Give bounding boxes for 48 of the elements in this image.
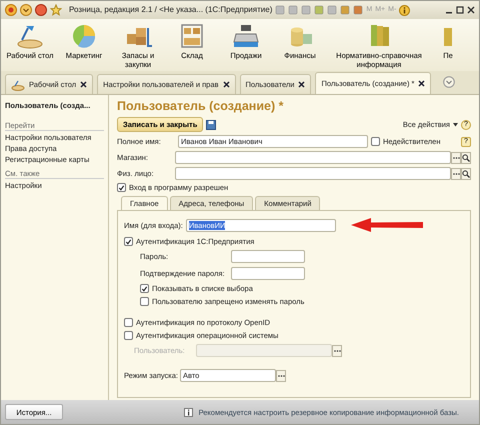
ellipsis-button[interactable] (451, 152, 461, 164)
ellipsis-button[interactable] (332, 344, 342, 356)
close-icon[interactable] (467, 6, 475, 14)
ellipsis-icon (334, 349, 340, 352)
check-icon (125, 238, 132, 246)
checkbox[interactable] (371, 137, 380, 146)
ellipsis-icon (452, 172, 460, 175)
password-field[interactable] (231, 267, 305, 280)
checkbox[interactable] (117, 183, 126, 192)
info-icon[interactable] (399, 4, 410, 16)
checkbox[interactable] (140, 297, 149, 306)
caret-icon (453, 122, 458, 126)
ellipsis-icon (278, 374, 284, 377)
checkbox[interactable] (124, 331, 133, 340)
lamp-icon (11, 78, 25, 90)
close-icon[interactable] (298, 81, 306, 88)
logo-icon[interactable] (5, 4, 17, 16)
user-field[interactable] (196, 344, 332, 357)
save-icon[interactable] (206, 120, 216, 130)
dropdown-icon[interactable] (443, 76, 456, 88)
search-button[interactable] (461, 152, 471, 164)
ellipsis-button[interactable] (276, 370, 286, 382)
checkbox[interactable] (124, 318, 133, 327)
dropdown-icon[interactable] (20, 4, 32, 16)
cash-register-icon (232, 22, 260, 50)
password-field[interactable] (231, 250, 305, 263)
toolbar-icon[interactable] (353, 5, 364, 15)
ellipsis-icon (452, 156, 460, 159)
close-icon[interactable] (418, 80, 426, 87)
choice-field[interactable] (175, 167, 451, 180)
info-icon (184, 408, 193, 416)
search-button[interactable] (461, 168, 471, 180)
ellipsis-button[interactable] (451, 168, 461, 180)
pie-chart-icon (70, 22, 98, 50)
window-title: Розница, редакция 2.1 / <Не указа... (1С:Предприятие) (69, 5, 272, 15)
choice-field[interactable] (175, 151, 451, 164)
form-title: Пользователь (создание) * (117, 99, 284, 114)
search-icon (462, 170, 470, 178)
maximize-icon[interactable] (456, 6, 464, 14)
folder-icon (444, 28, 452, 46)
close-icon[interactable] (80, 81, 88, 88)
checkbox[interactable] (124, 237, 133, 246)
close-icon[interactable] (222, 81, 230, 88)
star-icon[interactable] (50, 4, 62, 16)
checkbox[interactable] (140, 284, 149, 293)
check-icon (141, 285, 148, 293)
check-icon (118, 184, 125, 192)
search-icon (462, 154, 470, 162)
